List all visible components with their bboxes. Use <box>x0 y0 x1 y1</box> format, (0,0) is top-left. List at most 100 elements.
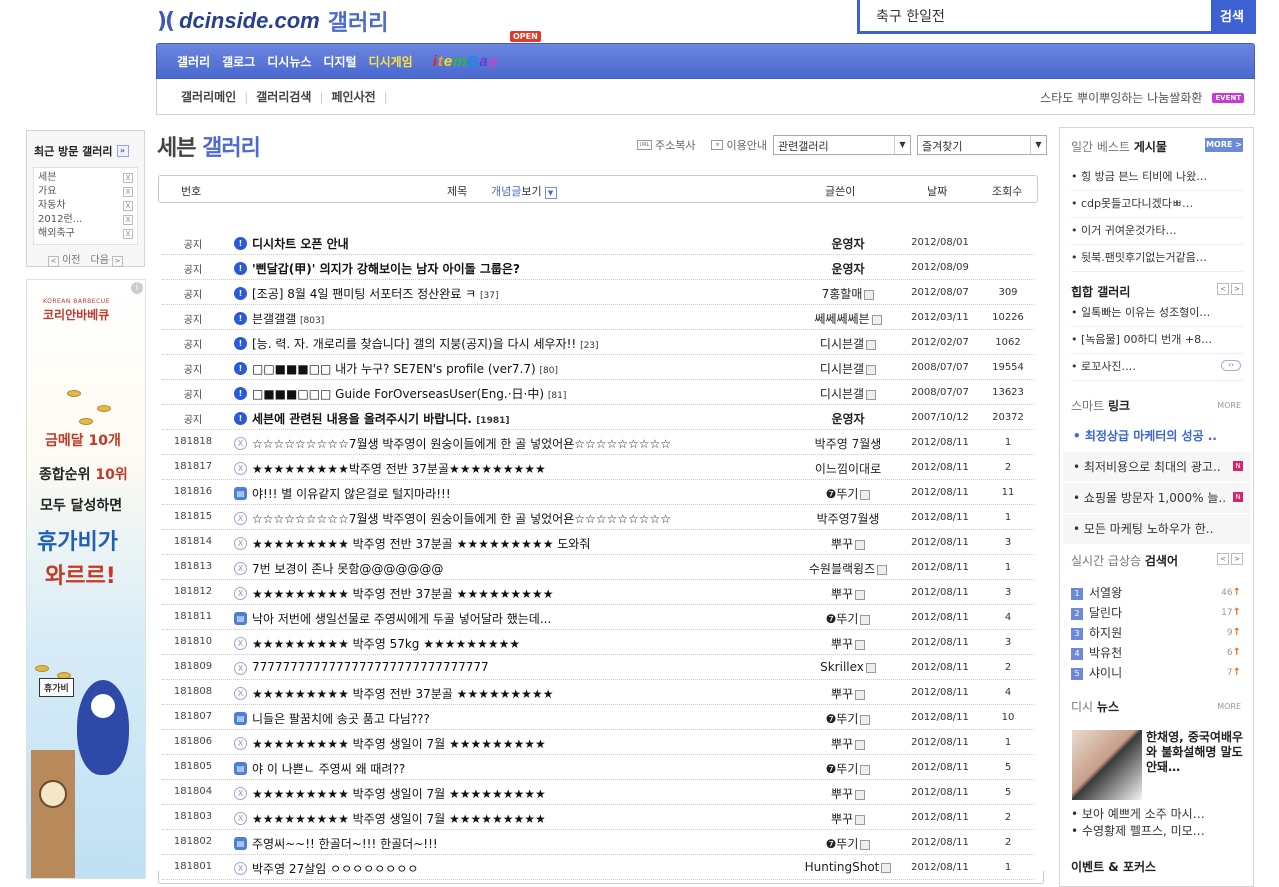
news-more-link[interactable]: MORE <box>1217 702 1241 711</box>
rank-item[interactable]: 1 서열왕 46↑ <box>1071 584 1241 604</box>
table-row[interactable]: 181805 ▤ 야 이 나쁜ㄴ 주영씨 왜 때려?? ❼뚜기 2012/08/11 5 <box>158 757 1038 780</box>
more-icon[interactable]: » <box>116 145 129 157</box>
gallog-icon[interactable] <box>855 639 866 650</box>
post-subject[interactable]: [능. 력. 자. 개로리를 찾습니다] 갤의 지붕(공지)을 다시 세우자!!… <box>252 335 599 352</box>
gallog-icon[interactable] <box>860 714 871 725</box>
close-icon[interactable]: X <box>123 201 133 211</box>
table-row[interactable]: 공지! [조공] 8월 4일 팬미팅 서포터즈 정산완료 ㅋ [37] 7홍할매 20… <box>158 282 1038 305</box>
table-row[interactable]: 181808 X ★★★★★★★★★ 박주영 전반 37분골 ★★★★★★★★★ 뿌… <box>158 682 1038 705</box>
close-icon[interactable]: X <box>123 215 133 225</box>
best-item[interactable]: 힝 방금 븐느 티비에 나왔… <box>1071 164 1243 191</box>
smart-link[interactable]: • 모든 마케팅 노하우가 한.. <box>1063 514 1251 544</box>
table-row[interactable]: 181817 X ★★★★★★★★★박주영 전반 37분골★★★★★★★★★ 이느낌… <box>158 457 1038 480</box>
gallog-icon[interactable] <box>855 814 866 825</box>
post-subject[interactable]: ★★★★★★★★★ 박주영 전반 37분골 ★★★★★★★★★ <box>252 585 553 602</box>
subnav-dictionary[interactable]: 페인사전 <box>324 88 384 105</box>
recent-item[interactable]: 가요 X <box>38 185 133 199</box>
table-row[interactable]: 181802 ▤ 주영씨~~!! 한골더~!!! 한골더~!!! ❼뚜기 2012/0… <box>158 832 1038 855</box>
rank-item[interactable]: 3 하지원 9↑ <box>1071 624 1241 644</box>
post-subject[interactable]: 븐갤갤갤 [803] <box>252 310 324 327</box>
ad-info-icon[interactable]: i <box>131 282 143 294</box>
subnav-gallery-main[interactable]: 갤러리메인 <box>173 88 244 105</box>
gnb-gallog[interactable]: 갤로그 <box>222 53 255 70</box>
next-button[interactable]: 다음 > <box>91 251 124 267</box>
news-photo[interactable] <box>1072 730 1142 800</box>
gallog-icon[interactable] <box>866 389 877 400</box>
smart-link[interactable]: • 최저비용으로 최대의 광고.. N <box>1063 452 1251 482</box>
gnb-gallery[interactable]: 갤러리 <box>177 53 210 70</box>
gallog-icon[interactable] <box>877 564 888 575</box>
post-subject[interactable]: [조공] 8월 4일 팬미팅 서포터즈 정산완료 ㅋ [37] <box>252 285 498 302</box>
gallog-icon[interactable] <box>864 289 875 300</box>
table-row[interactable]: 공지! [능. 력. 자. 개로리를 찾습니다] 갤의 지붕(공지)을 다시 세우… <box>158 332 1038 355</box>
table-row[interactable]: 181806 X ★★★★★★★★★ 박주영 생일이 7월 ★★★★★★★★★ 뿌꾸… <box>158 732 1038 755</box>
usage-guide-link[interactable]: 이용안내 <box>726 137 766 153</box>
table-row[interactable]: 181815 X ☆☆☆☆☆☆☆☆☆7월생 박주영이 원숭이들에게 한 골 넣었어욘… <box>158 507 1038 530</box>
best-more-button[interactable]: MORE > <box>1205 138 1243 152</box>
comment-count[interactable]: [80] <box>540 366 558 376</box>
search-button[interactable]: 검색 <box>1211 0 1253 31</box>
chevron-right-icon[interactable]: > <box>1231 283 1243 295</box>
search-input[interactable] <box>860 0 1211 31</box>
comment-count[interactable]: [1981] <box>476 416 509 426</box>
post-subject[interactable]: 야!!! 별 이유같지 않은걸로 털지마라!!! <box>252 485 451 502</box>
gallog-icon[interactable] <box>855 589 866 600</box>
comment-count[interactable]: [37] <box>480 291 498 301</box>
copy-url-link[interactable]: 주소복사 <box>655 137 695 153</box>
smart-more-link[interactable]: MORE <box>1217 401 1241 410</box>
gallog-icon[interactable] <box>865 662 876 673</box>
table-row[interactable]: 공지! '삔달갑(甲)' 의지가 강해보이는 남자 아이돌 그룹은? 운영자 201… <box>158 257 1038 280</box>
close-icon[interactable]: X <box>123 173 133 183</box>
table-row[interactable]: 181812 X ★★★★★★★★★ 박주영 전반 37분골 ★★★★★★★★★ 뿌… <box>158 582 1038 605</box>
gnb-digital[interactable]: 디지털 <box>323 53 356 70</box>
best-item[interactable]: cdp못들고다니겠다ㅃ… <box>1071 191 1243 218</box>
combined-item[interactable]: 로꼬사진.… <box>1071 354 1243 381</box>
post-subject[interactable]: 니들은 팔꿈치에 송곳 품고 다님??? <box>252 710 430 727</box>
combined-item[interactable]: [녹음물] 00하디 번개 +8… <box>1071 327 1243 354</box>
gallog-icon[interactable] <box>860 839 871 850</box>
post-subject[interactable]: ★★★★★★★★★ 박주영 생일이 7월 ★★★★★★★★★ <box>252 785 546 802</box>
gallog-icon[interactable] <box>855 739 866 750</box>
table-row[interactable]: 공지! □■■■□□□ Guide ForOverseasUser(Eng.·日·… <box>158 382 1038 405</box>
table-row[interactable]: 공지! 세븐에 관련된 내용을 올려주시기 바랍니다. [1981] 운영자 2007… <box>158 407 1038 430</box>
table-row[interactable]: 181803 X ★★★★★★★★★ 박주영 생일이 7월 ★★★★★★★★★ 뿌꾸… <box>158 807 1038 830</box>
close-icon[interactable]: X <box>123 187 133 197</box>
table-row[interactable]: 181810 X ★★★★★★★★★ 박주영 57kg ★★★★★★★★★ 뿌꾸 20… <box>158 632 1038 655</box>
subnav-event-link[interactable]: 스타도 뿌이뿌잉하는 나눔쌀화환 EVENT <box>1040 89 1244 106</box>
table-row[interactable]: 181816 ▤ 야!!! 별 이유같지 않은걸로 털지마라!!! ❼뚜기 2012/… <box>158 482 1038 505</box>
post-subject[interactable]: ☆☆☆☆☆☆☆☆☆7월생 박주영이 원숭이들에게 한 골 넣었어욘☆☆☆☆☆☆☆… <box>252 435 671 452</box>
post-subject[interactable]: ☆☆☆☆☆☆☆☆☆7월생 박주영이 원숭이들에게 한 골 넣었어욘☆☆☆☆☆☆☆… <box>252 510 671 527</box>
recent-item[interactable]: 세븐 X <box>38 171 133 185</box>
post-subject[interactable]: □□■■■□□ 내가 누구? SE7EN's profile (ver7.7) … <box>252 360 558 377</box>
comment-count[interactable]: [81] <box>548 391 566 401</box>
best-item[interactable]: 이거 귀여운것가타… <box>1071 218 1243 245</box>
table-row[interactable]: 181813 X 7번 보경이 존나 못함@@@@@@@ 수원블랙윙즈 2012/08… <box>158 557 1038 580</box>
prev-button[interactable]: < 이전 <box>47 251 81 267</box>
table-row[interactable]: 공지! 븐갤갤갤 [803] 쎄쎄쎄쎄븐 2012/03/11 10226 <box>158 307 1038 330</box>
comment-count[interactable]: [803] <box>300 316 324 326</box>
comment-count[interactable]: [23] <box>580 341 598 351</box>
chevron-left-icon[interactable]: < <box>1217 553 1229 565</box>
related-gallery-select[interactable]: 관련갤러리 ▼ <box>772 135 911 155</box>
table-row[interactable]: 181818 X ☆☆☆☆☆☆☆☆☆7월생 박주영이 원숭이들에게 한 골 넣었어욘… <box>158 432 1038 455</box>
post-subject[interactable]: 낙아 저번에 생일선물로 주영씨에게 두골 넣어달라 했는데... <box>252 610 551 627</box>
rank-item[interactable]: 2 달린다 17↑ <box>1071 604 1241 624</box>
rank-item[interactable]: 4 박유천 6↑ <box>1071 644 1241 664</box>
post-subject[interactable]: 7번 보경이 존나 못함@@@@@@@ <box>252 560 443 577</box>
gallog-icon[interactable] <box>855 539 866 550</box>
table-row[interactable]: 공지! □□■■■□□ 내가 누구? SE7EN's profile (ver7.… <box>158 357 1038 380</box>
post-subject[interactable]: ★★★★★★★★★ 박주영 생일이 7월 ★★★★★★★★★ <box>252 735 546 752</box>
left-ad-banner[interactable]: i KOREAN BARBECUE 코리안바베큐 금메달 10개 종합순위 10… <box>26 279 146 879</box>
favorites-select[interactable]: 즐겨찾기 ▼ <box>916 135 1047 155</box>
subnav-gallery-search[interactable]: 갤러리검색 <box>248 88 319 105</box>
concept-view-toggle[interactable]: 개념글보기 ▼ <box>491 183 557 199</box>
more-arrow-icon[interactable]: ›› <box>1221 360 1241 371</box>
chevron-left-icon[interactable]: < <box>1217 283 1229 295</box>
site-logo[interactable]: )( dcinside.com 갤러리 <box>157 6 388 36</box>
post-subject[interactable]: 주영씨~~!! 한골더~!!! 한골더~!!! <box>252 835 438 852</box>
gallog-icon[interactable] <box>855 789 866 800</box>
post-subject[interactable]: 세븐에 관련된 내용을 올려주시기 바랍니다. [1981] <box>252 410 509 427</box>
table-row[interactable]: 181814 X ★★★★★★★★★ 박주영 전반 37분골 ★★★★★★★★★ 도… <box>158 532 1038 555</box>
post-subject[interactable]: ★★★★★★★★★ 박주영 전반 37분골 ★★★★★★★★★ <box>252 685 553 702</box>
close-icon[interactable]: X <box>123 229 133 239</box>
